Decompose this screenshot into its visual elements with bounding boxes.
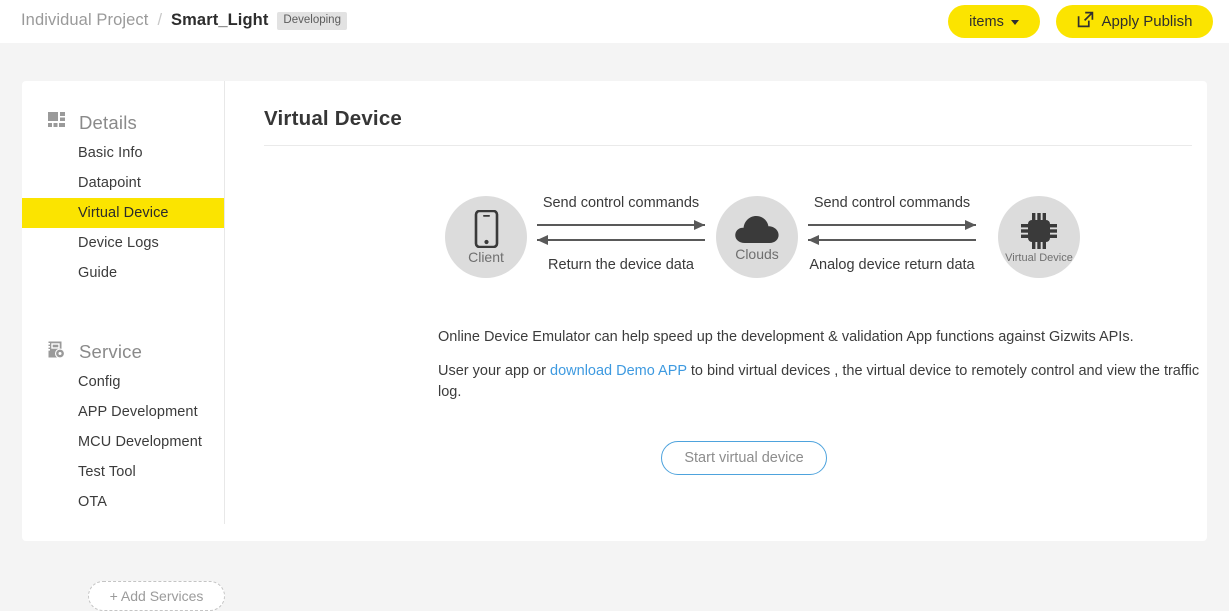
diagram-arrow-pair <box>531 219 711 250</box>
status-badge: Developing <box>277 12 347 30</box>
sidebar-item-label: Virtual Device <box>78 205 169 221</box>
sidebar-item-virtual-device[interactable]: Virtual Device <box>22 198 224 228</box>
diagram-arrow-pair <box>802 219 982 250</box>
diagram-node-virtual-device: Virtual Device <box>998 196 1080 278</box>
description-text: Online Device Emulator can help speed up… <box>438 327 1208 403</box>
sidebar-item-mcu-development[interactable]: MCU Development <box>22 427 224 457</box>
sidebar-item-label: APP Development <box>78 404 198 420</box>
breadcrumb-current-project: Smart_Light <box>171 11 269 29</box>
description-paragraph-1: Online Device Emulator can help speed up… <box>438 329 1134 345</box>
diagram-link-bottom-label: Analog device return data <box>809 257 975 273</box>
flow-diagram: Client Clouds Virtual Device Send contro… <box>226 194 1207 306</box>
server-gear-icon <box>48 341 67 364</box>
diagram-node-label: Client <box>468 249 504 265</box>
arrow-left-icon <box>537 234 705 245</box>
arrow-head-right <box>965 219 976 230</box>
dashboard-grid-icon <box>48 112 67 134</box>
external-link-icon <box>1077 11 1094 32</box>
sidebar-item-label: Config <box>78 374 121 390</box>
download-demo-app-link[interactable]: download Demo APP <box>550 363 687 379</box>
arrow-head-left <box>808 234 819 245</box>
arrow-head-right <box>694 219 705 230</box>
chevron-down-icon <box>1010 20 1019 25</box>
sidebar-item-test-tool[interactable]: Test Tool <box>22 457 224 487</box>
diagram-node-label: Clouds <box>735 245 779 262</box>
diagram-node-clouds: Clouds <box>716 196 798 278</box>
sidebar-group-spacer <box>22 288 224 310</box>
diagram-node-client: Client <box>445 196 527 278</box>
diagram-link-top-label: Send control commands <box>542 195 700 211</box>
apply-publish-label: Apply Publish <box>1101 13 1193 30</box>
breadcrumb: Individual Project / Smart_Light Develop… <box>21 11 347 32</box>
diagram-link-clouds-device: Send control commands Analog device retu… <box>802 194 982 274</box>
sidebar-item-app-development[interactable]: APP Development <box>22 397 224 427</box>
sidebar-item-config[interactable]: Config <box>22 367 224 397</box>
sidebar-item-label: MCU Development <box>78 434 202 450</box>
items-button-label: items <box>969 13 1004 30</box>
arrow-right-icon <box>537 219 705 230</box>
top-header-bar: Individual Project / Smart_Light Develop… <box>0 0 1229 43</box>
microchip-icon <box>1019 211 1059 251</box>
sidebar-nav: Details Basic Info Datapoint Virtual Dev… <box>22 81 225 611</box>
sidebar-item-label: Device Logs <box>78 235 159 251</box>
sidebar-group-details-label: Details <box>79 112 137 133</box>
sidebar-item-label: Test Tool <box>78 464 136 480</box>
arrow-right-icon <box>808 219 976 230</box>
breadcrumb-separator: / <box>157 11 163 29</box>
content-card: Details Basic Info Datapoint Virtual Dev… <box>22 81 1207 611</box>
paragraph-2-before: User your app or <box>438 363 551 379</box>
arrow-head-left <box>537 234 548 245</box>
sidebar-item-device-logs[interactable]: Device Logs <box>22 228 224 258</box>
start-virtual-device-button[interactable]: Start virtual device <box>661 441 827 475</box>
description-paragraph-2: User your app or download Demo APP to bi… <box>438 361 1208 403</box>
items-dropdown-button[interactable]: items <box>948 5 1040 38</box>
arrow-left-icon <box>808 234 976 245</box>
add-services-label: + Add Services <box>109 588 204 604</box>
add-services-button[interactable]: + Add Services <box>88 581 225 611</box>
cloud-icon <box>734 214 780 245</box>
sidebar-group-service-label: Service <box>79 341 143 362</box>
header-actions: items Apply Publish <box>948 5 1213 38</box>
apply-publish-button[interactable]: Apply Publish <box>1056 5 1213 38</box>
sidebar-item-label: Guide <box>78 265 118 281</box>
breadcrumb-root-link[interactable]: Individual Project <box>21 11 148 30</box>
diagram-link-bottom-label: Return the device data <box>548 257 694 273</box>
diagram-node-label: Virtual Device <box>1005 251 1073 264</box>
sidebar-item-datapoint[interactable]: Datapoint <box>22 168 224 198</box>
main-panel: Virtual Device Client Clouds Virtual Dev… <box>226 81 1207 524</box>
sidebar-item-ota[interactable]: OTA <box>22 487 224 517</box>
sidebar-item-guide[interactable]: Guide <box>22 258 224 288</box>
diagram-link-top-label: Send control commands <box>813 195 971 211</box>
sidebar-item-basic-info[interactable]: Basic Info <box>22 138 224 168</box>
page-title: Virtual Device <box>264 107 403 130</box>
smartphone-icon <box>474 210 499 248</box>
sidebar-group-service: Service <box>22 337 224 367</box>
title-divider <box>264 145 1192 146</box>
sidebar-item-label: Datapoint <box>78 175 141 191</box>
sidebar-item-label: OTA <box>78 494 108 510</box>
sidebar-item-label: Basic Info <box>78 145 143 161</box>
sidebar-group-details: Details <box>22 108 224 138</box>
diagram-link-client-clouds: Send control commands Return the device … <box>531 194 711 274</box>
